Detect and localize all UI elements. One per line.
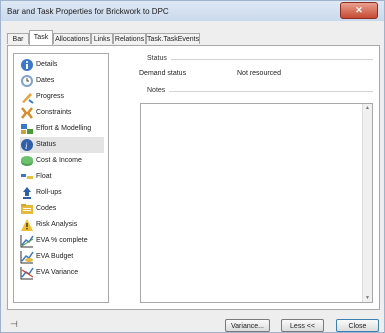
sidebar-item-label: Risk Analysis — [36, 221, 78, 228]
sidebar-item-label: Float — [36, 173, 52, 180]
sidebar-item-effort[interactable]: Effort & Modelling — [20, 121, 104, 137]
rollups-icon — [23, 187, 31, 199]
tab-bar[interactable]: Bar — [7, 33, 29, 44]
scroll-down-icon[interactable]: ▼ — [364, 295, 371, 301]
sidebar-item-label: Constraints — [36, 109, 72, 116]
properties-dialog: Bar and Task Properties for Brickwork to… — [0, 0, 385, 333]
eva-complete-icon — [20, 235, 34, 248]
sidebar-item-eva-budget[interactable]: EVA Budget — [20, 249, 104, 265]
tab-allocations[interactable]: Allocations — [53, 33, 91, 44]
sidebar-item-eva-complete[interactable]: EVA % complete — [20, 233, 104, 249]
tab-relations[interactable]: Relations — [113, 33, 146, 44]
notes-section-rule — [169, 91, 373, 92]
sidebar-item-label: Details — [36, 61, 58, 68]
codes-icon — [21, 204, 33, 214]
scroll-up-icon[interactable]: ▲ — [364, 105, 371, 111]
pin-icon[interactable]: ⊣ — [10, 319, 18, 330]
sidebar-item-label: Progress — [36, 93, 65, 100]
progress-icon — [22, 93, 34, 104]
sidebar-item-eva-variance[interactable]: EVA Variance — [20, 265, 104, 281]
eva-budget-icon — [20, 251, 34, 264]
sidebar-item-progress[interactable]: Progress — [20, 89, 104, 105]
calendar-icon — [21, 75, 33, 87]
effort-icon — [21, 124, 33, 134]
sidebar-item-constraints[interactable]: Constraints — [20, 105, 104, 121]
sidebar-item-label: EVA Budget — [36, 253, 74, 260]
status-section-header: Status — [147, 55, 167, 62]
notes-section-header: Notes — [147, 87, 166, 94]
cost-icon — [21, 156, 33, 166]
category-list: Details Dates Progress Constraints Effor… — [13, 53, 109, 303]
sidebar-item-label: EVA % complete — [36, 237, 88, 244]
close-button[interactable]: Close — [336, 319, 379, 332]
sidebar-item-details[interactable]: Details — [20, 57, 104, 73]
sidebar-item-label: EVA Variance — [36, 269, 79, 276]
sidebar-item-status[interactable]: i Status — [20, 137, 104, 153]
less-button[interactable]: Less << — [281, 319, 324, 332]
warning-icon — [21, 219, 33, 231]
sidebar-item-dates[interactable]: Dates — [20, 73, 104, 89]
status-icon: i — [21, 139, 33, 151]
window-close-button[interactable]: ✕ — [340, 2, 378, 19]
demand-status-value: Not resourced — [237, 70, 281, 77]
variance-button[interactable]: Variance... — [225, 319, 270, 332]
tab-task[interactable]: Task — [29, 30, 53, 45]
constraints-icon — [21, 107, 33, 119]
window-title: Bar and Task Properties for Brickwork to… — [7, 7, 169, 16]
sidebar-item-rollups[interactable]: Roll-ups — [20, 185, 104, 201]
eva-variance-icon — [20, 267, 34, 280]
sidebar-item-codes[interactable]: Codes — [20, 201, 104, 217]
notes-textarea[interactable]: ▲ ▼ — [140, 103, 373, 303]
sidebar-item-label: Roll-ups — [36, 189, 62, 196]
demand-status-label: Demand status — [139, 70, 187, 77]
tab-links[interactable]: Links — [91, 33, 113, 44]
sidebar-item-label: Cost & Income — [36, 157, 82, 164]
info-icon — [21, 59, 33, 71]
sidebar-item-float[interactable]: Float — [20, 169, 104, 185]
status-section-rule — [171, 59, 373, 60]
sidebar-item-risk[interactable]: Risk Analysis — [20, 217, 104, 233]
title-bar: Bar and Task Properties for Brickwork to… — [1, 1, 384, 21]
sidebar-item-label: Effort & Modelling — [36, 125, 92, 132]
sidebar-item-label: Dates — [36, 77, 55, 84]
sidebar-item-label: Codes — [36, 205, 57, 212]
tab-task-events[interactable]: Task.TaskEvents — [146, 33, 200, 44]
float-icon — [21, 174, 33, 179]
notes-scrollbar[interactable]: ▲ ▼ — [362, 104, 372, 302]
sidebar-item-cost[interactable]: Cost & Income — [20, 153, 104, 169]
sidebar-item-label: Status — [36, 141, 56, 148]
